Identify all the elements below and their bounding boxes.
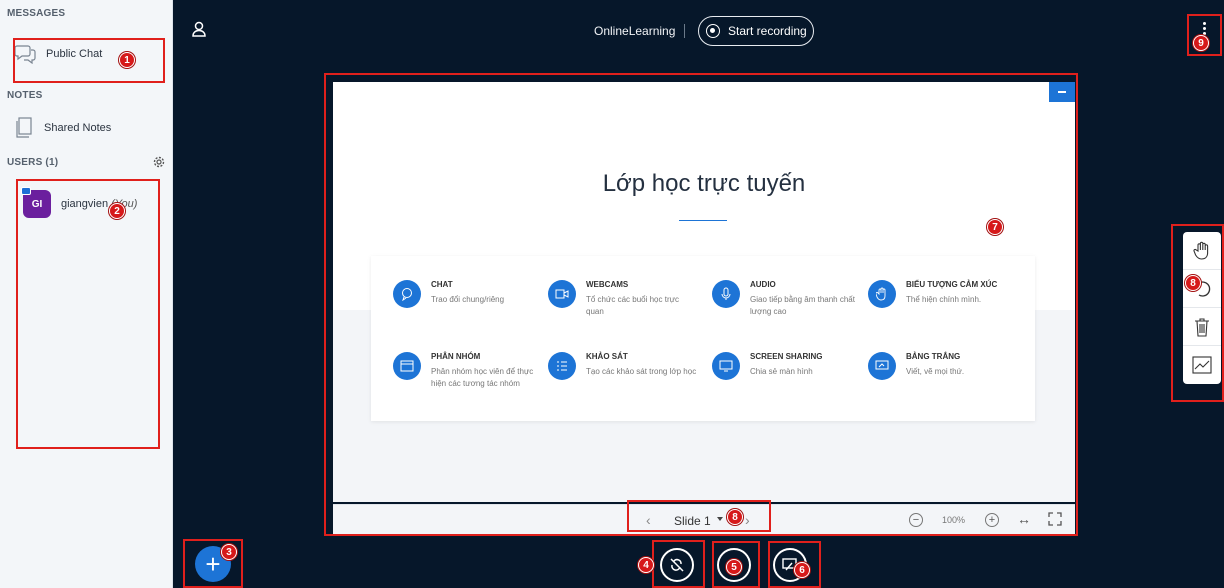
audio-off-icon [670,558,684,572]
fullscreen-icon[interactable] [1048,512,1062,526]
feature-name: WEBCAMS [586,280,629,289]
webcam-icon [548,280,576,308]
slide-controls: ‹ Slide 1 › − 100% + ↔ [333,504,1075,534]
avatar: GI [21,187,51,218]
microphone-icon [712,280,740,308]
minimize-presentation-button[interactable] [1049,82,1075,102]
start-recording-button[interactable]: Start recording [698,16,814,46]
feature-desc: Phân nhóm học viên để thực hiện các tươn… [431,367,534,388]
feature-desc: Chia sẻ màn hình [750,367,813,376]
feature-desc: Giao tiếp bằng âm thanh chất lượng cao [750,295,855,316]
feature-desc: Viết, vẽ mọi thứ. [906,367,965,376]
chart-line-icon [1192,356,1212,374]
feature-item: KHẢO SÁT Tạo các khảo sát trong lớp học [548,352,698,380]
feature-name: CHAT [431,280,453,289]
clear-annotations-button[interactable] [1183,308,1221,346]
notes-section-title: NOTES [7,90,43,101]
feature-item: CHAT Trao đổi chung/riêng [393,280,543,308]
public-chat-label: Public Chat [46,48,103,60]
feature-desc: Tổ chức các buổi học trực quan [586,295,679,316]
feature-name: SCREEN SHARING [750,352,823,361]
shared-notes-item[interactable]: Shared Notes [14,117,111,139]
sidebar: MESSAGES Public Chat NOTES Shared Notes … [0,0,173,588]
trash-icon [1195,317,1209,337]
feature-item: WEBCAMS Tổ chức các buổi học trực quan [548,280,698,318]
slide-divider [679,220,727,221]
hand-icon [1193,241,1209,260]
hand-icon [868,280,896,308]
feature-item: PHÂN NHÓM Phân nhóm học viên để thực hiện… [393,352,543,390]
breakout-icon [393,352,421,380]
public-chat-item[interactable]: Public Chat [14,44,102,64]
annotation-badge: 8 [727,509,743,525]
feature-item: SCREEN SHARING Chia sẻ màn hình [712,352,862,380]
presenter-icon [21,187,31,195]
annotation-badge: 3 [221,544,237,560]
fit-width-button[interactable]: ↔ [1017,511,1031,527]
hand-tool-button[interactable] [1183,232,1221,270]
record-icon [706,24,720,38]
chat-icon [14,45,36,64]
feature-name: KHẢO SÁT [586,352,628,361]
next-slide-button[interactable]: › [745,512,750,528]
annotation-badge: 1 [119,52,135,68]
chat-icon [393,280,421,308]
title-separator [684,24,685,38]
feature-desc: Tạo các khảo sát trong lớp học [586,367,697,376]
annotation-badge: 7 [987,219,1003,235]
zoom-out-button[interactable]: − [909,513,923,527]
feature-name: PHÂN NHÓM [431,352,481,361]
previous-slide-button[interactable]: ‹ [646,512,651,528]
annotation-badge: 4 [638,557,654,573]
poll-icon [548,352,576,380]
record-label: Start recording [728,24,807,38]
caret-down-icon[interactable] [717,517,723,521]
feature-item: AUDIO Giao tiếp bằng âm thanh chất lượng … [712,280,862,318]
user-icon[interactable] [192,21,206,37]
slide-title: Lớp học trực tuyến [602,170,806,197]
feature-desc: Thể hiện chính mình. [906,295,982,304]
feature-name: BẢNG TRẮNG [906,352,961,361]
annotation-badge: 5 [726,559,742,575]
zoom-level: 100% [942,515,966,525]
user-name-text: giangvien [61,198,109,210]
features-card: CHAT Trao đổi chung/riêng WEBCAMS Tổ chức … [371,256,1035,421]
slide-selector[interactable]: Slide 1 [674,514,711,528]
annotation-badge: 9 [1193,35,1209,51]
feature-item: BẢNG TRẮNG Viết, vẽ mọi thứ. [868,352,1018,380]
audio-button[interactable] [660,548,694,582]
annotation-badge: 6 [794,562,810,578]
gear-icon[interactable] [153,156,165,168]
messages-section-title: MESSAGES [7,8,66,19]
feature-item: BIỂU TƯỢNG CẢM XÚC Thể hiện chính mình. [868,280,1018,308]
user-name: giangvien (You) [61,198,137,210]
notes-icon [16,117,32,138]
feature-desc: Trao đổi chung/riêng [431,295,505,304]
annotation-badge: 2 [109,203,125,219]
annotation-badge: 8 [1185,275,1201,291]
avatar-initials: GI [31,198,43,210]
whiteboard-toolbar [1183,232,1221,384]
screen-icon [712,352,740,380]
shared-notes-label: Shared Notes [44,122,112,134]
meeting-title: OnlineLearning [594,24,676,38]
zoom-in-button[interactable]: + [985,513,999,527]
presentation-area[interactable]: Lớp học trực tuyến CHAT Trao đổi chung/ri… [333,82,1075,502]
multi-user-whiteboard-button[interactable] [1183,346,1221,384]
whiteboard-icon [868,352,896,380]
users-section-title: USERS (1) [7,157,59,168]
feature-name: AUDIO [750,280,776,289]
feature-name: BIỂU TƯỢNG CẢM XÚC [906,280,998,289]
